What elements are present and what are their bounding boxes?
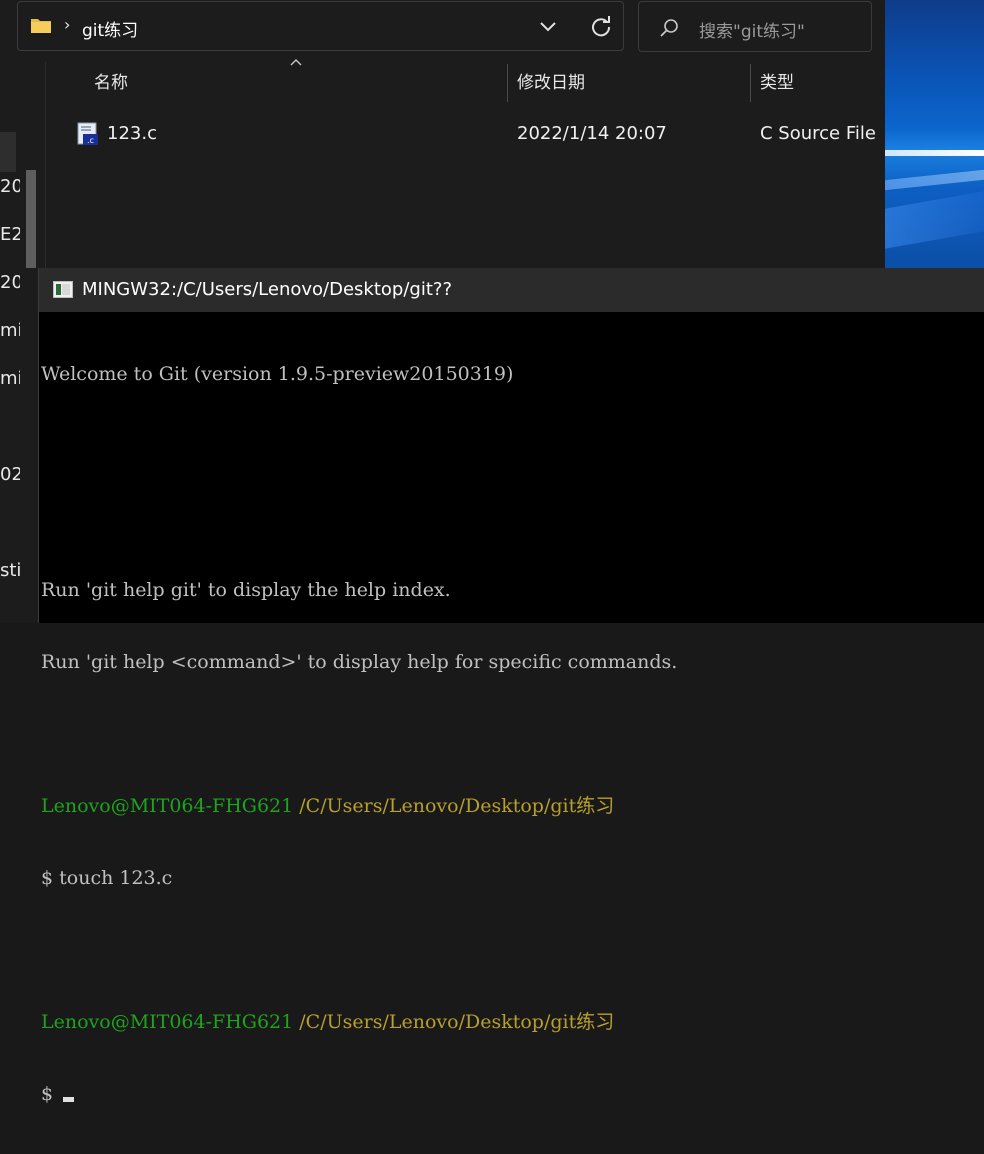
folder-icon [31,19,51,33]
prompt-path: /C/Users/Lenovo/Desktop/git练习 [299,1011,615,1033]
nav-item-label[interactable]: E2( [0,224,20,245]
navigation-pane-lower[interactable]: 202 mi mi 02 sti [0,268,38,623]
file-modified-date: 2022/1/14 20:07 [517,123,667,144]
nav-scroll-track [45,62,46,268]
file-type: C Source File [760,123,876,144]
nav-item-label[interactable]: 202 [0,272,20,293]
column-divider[interactable] [750,64,751,102]
nav-item-label[interactable]: sti [0,560,20,581]
file-name[interactable]: 123.c [107,123,157,144]
chevron-down-icon[interactable] [538,16,558,36]
column-divider[interactable] [507,64,508,102]
breadcrumb-chevron[interactable]: › [64,15,70,34]
nav-item-label[interactable]: 20 [0,176,20,197]
prompt-user-host: Lenovo@MIT064-FHG621 [41,795,294,817]
terminal-window[interactable]: MINGW32:/C/Users/Lenovo/Desktop/git?? We… [38,268,984,1105]
terminal-prompt-line: Lenovo@MIT064-FHG621 /C/Users/Lenovo/Des… [41,794,981,818]
terminal-prompt-line: Lenovo@MIT064-FHG621 /C/Users/Lenovo/Des… [41,1010,981,1034]
nav-item-label[interactable]: mi [0,368,20,389]
search-icon [660,19,678,37]
column-header-modified[interactable]: 修改日期 [517,62,585,104]
nav-item-label[interactable]: 02 [0,464,20,485]
terminal-line: Run 'git help git' to display the help i… [41,579,451,601]
terminal-output[interactable]: Welcome to Git (version 1.9.5-preview201… [41,314,981,1154]
address-bar[interactable]: › git练习 [17,1,624,51]
refresh-icon[interactable] [590,15,612,37]
nav-selected-item[interactable] [0,132,16,172]
breadcrumb-current-folder[interactable]: git练习 [82,16,138,41]
terminal-icon [53,281,73,298]
sort-ascending-icon [290,59,302,66]
search-input[interactable]: 搜索"git练习" [699,17,805,42]
nav-scrollbar[interactable] [26,170,36,268]
terminal-title: MINGW32:/C/Users/Lenovo/Desktop/git?? [82,279,453,300]
terminal-line: Welcome to Git (version 1.9.5-preview201… [41,363,514,385]
file-explorer-window: › git练习 搜索"git练习" 名称 修改日期 类型 .c 123.c 20 [0,0,885,268]
svg-text:.c: .c [87,136,94,145]
desktop-wallpaper [885,0,984,268]
prompt-symbol: $ [41,1083,54,1105]
search-box[interactable]: 搜索"git练习" [638,1,872,52]
prompt-user-host: Lenovo@MIT064-FHG621 [41,1011,294,1033]
terminal-line: Run 'git help <command>' to display help… [41,651,678,673]
column-header-name[interactable]: 名称 [94,62,128,104]
terminal-cursor [63,1097,75,1102]
nav-item-label[interactable]: mi [0,320,20,341]
c-file-icon[interactable]: .c [77,122,99,146]
terminal-titlebar[interactable]: MINGW32:/C/Users/Lenovo/Desktop/git?? [39,268,984,312]
terminal-input-line[interactable]: $ [41,1082,981,1106]
prompt-path: /C/Users/Lenovo/Desktop/git练习 [299,795,615,817]
column-header-type[interactable]: 类型 [760,62,794,104]
terminal-command-line: $ touch 123.c [41,867,173,889]
